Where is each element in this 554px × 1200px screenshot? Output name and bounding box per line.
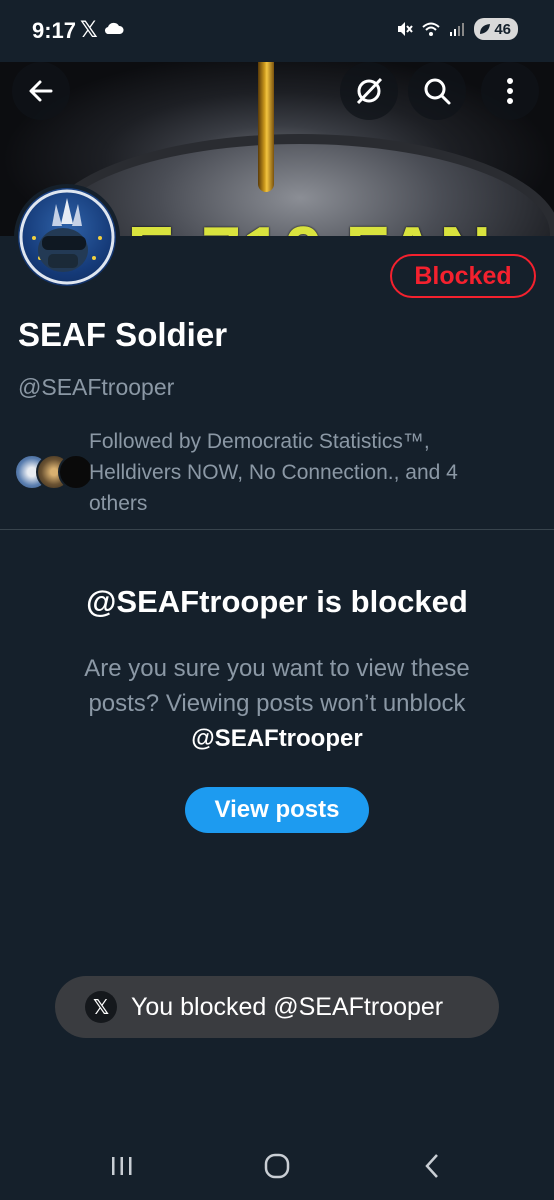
grok-button[interactable] [340,62,398,120]
x-logo-icon: 𝕏 [85,991,117,1023]
search-button[interactable] [408,62,466,120]
blocked-description-text: Are you sure you want to view these post… [84,655,470,717]
x-app-icon: 𝕏 [80,17,98,42]
blocked-title: @SEAFtrooper is blocked [86,584,468,619]
followers-avatars[interactable] [14,454,94,490]
signal-icon [450,23,465,36]
grok-icon [356,77,383,105]
search-icon [424,78,451,105]
status-bar: 9:17 𝕏 46 [0,0,554,62]
home-icon [264,1153,290,1179]
recent-apps-icon [112,1157,132,1175]
toast-message: You blocked @SEAFtrooper [131,992,444,1021]
status-icons: 46 [396,18,518,40]
wifi-icon [422,22,440,36]
battery-level: 46 [494,20,511,38]
display-name: SEAF Soldier [18,316,228,353]
leaf-icon [480,24,491,34]
banner-pour-image [258,52,274,192]
home-button[interactable] [247,1146,307,1186]
arrow-left-icon [29,80,53,102]
system-nav-bar [0,1132,554,1200]
avatar-image [18,188,116,286]
status-time: 9:17 [32,18,77,43]
profile-handle: @SEAFtrooper [18,374,175,400]
battery-indicator: 46 [474,18,518,40]
toast-notification: 𝕏 You blocked @SEAFtrooper [55,976,499,1038]
divider [0,529,554,530]
mute-icon [398,22,414,36]
more-vertical-icon [507,78,513,104]
profile-avatar[interactable] [14,184,120,290]
cloud-icon [105,22,124,34]
view-posts-button[interactable]: View posts [185,787,369,833]
blocked-button[interactable]: Blocked [390,254,536,298]
chevron-left-icon [425,1154,438,1178]
followed-by-text[interactable]: Followed by Democratic Statistics™, Hell… [89,426,519,519]
more-options-button[interactable] [481,62,539,120]
back-button[interactable] [12,62,70,120]
recent-apps-button[interactable] [92,1146,152,1186]
seaf-emblem-icon [19,189,115,285]
blocked-description: Are you sure you want to view these post… [50,651,504,756]
blocked-description-handle: @SEAFtrooper [191,725,363,752]
back-nav-button[interactable] [402,1146,462,1186]
